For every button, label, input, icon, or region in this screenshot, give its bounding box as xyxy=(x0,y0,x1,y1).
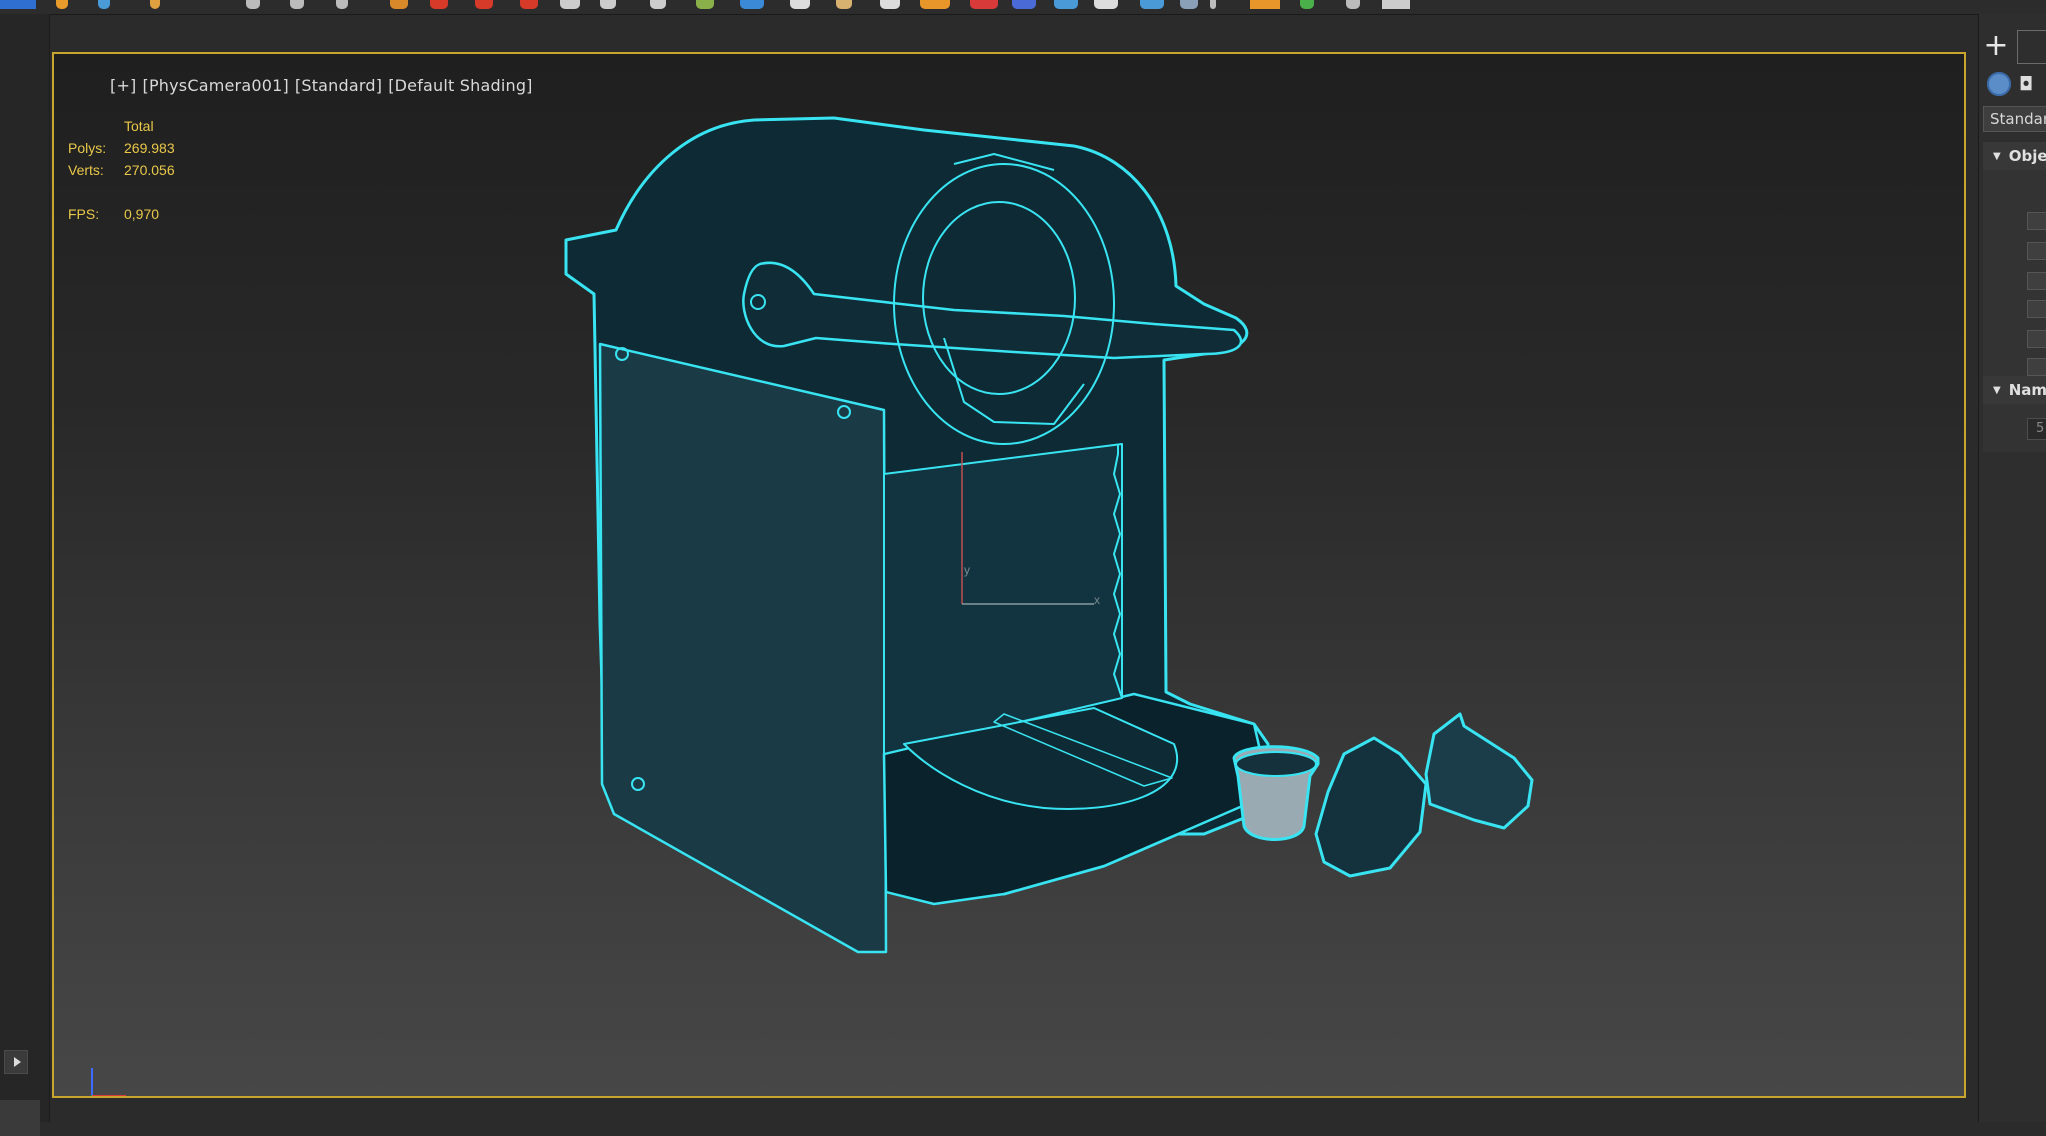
geometry-sphere-icon[interactable] xyxy=(1987,72,2011,96)
toolbar-icon[interactable] xyxy=(1210,0,1216,9)
perspective-viewport[interactable]: [+] [PhysCamera001] [Standard] [Default Sha… xyxy=(52,52,1966,1098)
toolbar-icon[interactable] xyxy=(290,0,304,9)
object-category-dropdown[interactable]: Standard xyxy=(1983,106,2046,132)
toolbar-icon[interactable] xyxy=(336,0,348,9)
modify-tab[interactable] xyxy=(2017,30,2046,64)
gizmo-y-label: y xyxy=(964,563,970,577)
toolbar-icon[interactable] xyxy=(430,0,448,9)
object-type-button[interactable] xyxy=(2027,212,2046,230)
toolbar-icon[interactable] xyxy=(98,0,110,9)
toolbar-icon[interactable] xyxy=(696,0,714,9)
collapse-triangle-icon: ▼ xyxy=(1993,150,2001,162)
create-tab-plus-icon[interactable]: + xyxy=(1979,30,2013,64)
left-panel-footer xyxy=(0,1100,40,1136)
toolbar-icon[interactable] xyxy=(56,0,68,9)
object-type-button[interactable] xyxy=(2027,300,2046,318)
name-color-rollout-body: 5 xyxy=(1983,404,2046,452)
name-color-rollout-label: Name and Color xyxy=(2008,381,2046,399)
toolbar-icon[interactable] xyxy=(600,0,616,9)
gizmo-x-label: x xyxy=(1094,593,1100,607)
capsule-dark-2[interactable] xyxy=(1424,712,1534,830)
toolbar-icon[interactable] xyxy=(246,0,260,9)
toolbar-icon[interactable] xyxy=(1180,0,1198,9)
toolbar-icon[interactable] xyxy=(920,0,950,9)
object-type-rollout-body xyxy=(1983,170,2046,380)
toolbar-icon[interactable] xyxy=(390,0,408,9)
toolbar-icon[interactable] xyxy=(1094,0,1118,9)
main-toolbar xyxy=(0,0,2046,15)
side-panel[interactable] xyxy=(598,342,888,954)
toolbar-icon[interactable] xyxy=(836,0,852,9)
object-name-field[interactable]: 5 xyxy=(2027,418,2046,440)
name-color-rollout-header[interactable]: ▼ Name and Color xyxy=(1983,376,2046,404)
toolbar-icon[interactable] xyxy=(790,0,810,9)
toolbar-icon[interactable] xyxy=(1140,0,1164,9)
toolbar-icon[interactable] xyxy=(560,0,580,9)
toolbar-icon[interactable] xyxy=(1382,0,1410,9)
toolbar-icon[interactable] xyxy=(970,0,998,9)
capsule-rim xyxy=(1235,751,1317,777)
toolbar-icon[interactable] xyxy=(1012,0,1036,9)
toolbar-icon[interactable] xyxy=(650,0,666,9)
shapes-icon[interactable]: ◘ xyxy=(2019,74,2039,95)
toolbar-icon[interactable] xyxy=(1250,0,1280,9)
scene-render: y x xyxy=(564,116,1534,954)
object-type-rollout-label: Object Type xyxy=(2008,147,2046,165)
toolbar-icon[interactable] xyxy=(150,0,160,9)
command-panel: + ◘ Standard ▼ Object Type ▼ Name and Colo… xyxy=(1978,14,2046,1122)
toolbar-icon[interactable] xyxy=(475,0,493,9)
toolbar-icon[interactable] xyxy=(1054,0,1078,9)
object-type-button[interactable] xyxy=(2027,330,2046,348)
world-axis-icon xyxy=(90,1068,126,1096)
capsule-dark-1[interactable] xyxy=(1314,736,1428,878)
collapse-triangle-icon: ▼ xyxy=(1993,384,2001,396)
toolbar-icon[interactable] xyxy=(520,0,538,9)
object-type-rollout-header[interactable]: ▼ Object Type xyxy=(1983,142,2046,170)
toolbar-icon[interactable] xyxy=(740,0,764,9)
toolbar-icon[interactable] xyxy=(1346,0,1360,9)
app-menu-icon[interactable] xyxy=(0,0,36,9)
object-type-button[interactable] xyxy=(2027,272,2046,290)
play-icon[interactable] xyxy=(4,1050,28,1074)
toolbar-icon[interactable] xyxy=(1300,0,1314,9)
left-toolbar xyxy=(0,14,50,1136)
object-type-button[interactable] xyxy=(2027,358,2046,376)
toolbar-icon[interactable] xyxy=(880,0,900,9)
object-type-button[interactable] xyxy=(2027,242,2046,260)
